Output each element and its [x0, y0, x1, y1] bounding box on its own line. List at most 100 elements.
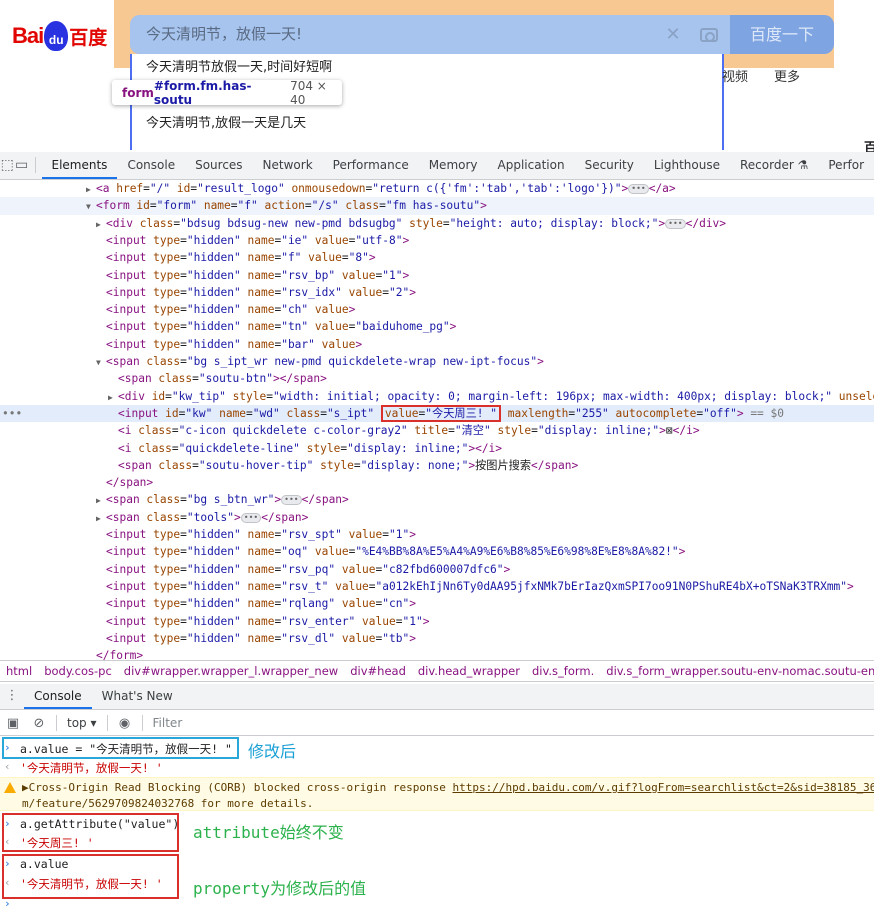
- breadcrumb-item[interactable]: div#head: [350, 664, 406, 678]
- filter-input[interactable]: Filter: [153, 716, 183, 730]
- tree-row-input[interactable]: <input type="hidden" name="rsv_spt" valu…: [0, 526, 874, 543]
- tree-row-input-kw[interactable]: ••• <input id="kw" name="wd" class="s_ipt…: [0, 404, 874, 423]
- tooltip-selector: #form.fm.has-soutu: [153, 78, 252, 107]
- console-result-line: ‹ '今天清明节，放假一天! ': [4, 876, 163, 891]
- tree-row-div-bdsug[interactable]: ▶ <div class="bdsug bdsug-new new-pmd bds…: [0, 215, 874, 232]
- nav-more[interactable]: 更多: [774, 66, 800, 85]
- tree-row-input[interactable]: <input type="hidden" name="oq" value="%E…: [0, 543, 874, 560]
- console-result-line: ‹ '今天清明节，放假一天! ': [4, 760, 163, 775]
- warning-icon: [4, 782, 16, 793]
- tab-memory[interactable]: Memory: [419, 151, 488, 179]
- tooltip-dimensions: 704 × 40: [290, 78, 327, 107]
- tab-security[interactable]: Security: [575, 151, 644, 179]
- paw-icon: du: [44, 21, 69, 51]
- nav-video[interactable]: 视频: [722, 66, 748, 85]
- collapsed-ellipsis[interactable]: •••: [665, 218, 686, 229]
- tree-row-span-wr[interactable]: ▼ <span class="bg s_ipt_wr new-pmd quickd…: [0, 353, 874, 370]
- search-input[interactable]: 今天清明节，放假一天!: [130, 15, 658, 54]
- tab-recorder-label: Recorder: [740, 158, 794, 172]
- warning-link[interactable]: https://hpd.baidu.com/v.gif?logFrom=sear…: [452, 781, 874, 794]
- tree-row-input[interactable]: <input type="hidden" name="rqlang" value…: [0, 595, 874, 612]
- eye-icon[interactable]: ◉: [112, 716, 138, 731]
- divider: [34, 157, 36, 173]
- context-selector[interactable]: top ▾: [61, 716, 103, 730]
- logo-text-bai: Bai: [12, 23, 44, 48]
- console-toolbar: ▣ ⊘ top ▾ ◉ Filter: [0, 711, 874, 736]
- tree-row-span-hover[interactable]: <span class="soutu-hover-tip" style="dis…: [0, 457, 874, 474]
- tree-row-close-form[interactable]: </form>: [0, 647, 874, 660]
- tab-network[interactable]: Network: [253, 151, 323, 179]
- tree-row-input[interactable]: <input type="hidden" name="rsv_pq" value…: [0, 561, 874, 578]
- tree-row-a[interactable]: ▶ <a href="/" id="result_logo" onmousedow…: [0, 180, 874, 197]
- elements-tree: ▶ <a href="/" id="result_logo" onmousedow…: [0, 180, 874, 660]
- breadcrumb-item[interactable]: body.cos-pc: [44, 664, 112, 678]
- suggestion-item[interactable]: 今天清明节,放假一天是几天: [132, 110, 722, 138]
- tree-row-input[interactable]: <input type="hidden" name="ch" value>: [0, 301, 874, 318]
- breadcrumb-item[interactable]: div.s_form_wrapper.soutu-env-nomac.soutu…: [606, 664, 874, 678]
- search-button[interactable]: 百度一下: [730, 15, 834, 54]
- inspect-tooltip: form #form.fm.has-soutu 704 × 40: [112, 78, 342, 107]
- tree-row-input[interactable]: <input type="hidden" name="rsv_t" value=…: [0, 578, 874, 595]
- tree-row-input[interactable]: <input type="hidden" name="rsv_idx" valu…: [0, 284, 874, 301]
- breadcrumb-item[interactable]: div.head_wrapper: [418, 664, 520, 678]
- tab-lighthouse[interactable]: Lighthouse: [644, 151, 730, 179]
- console-output: › a.value = "今天清明节，放假一天! " 修改后 ‹ '今天清明节，放假…: [0, 737, 874, 912]
- devtools-tabbar: ⬚ ▭ Elements Console Sources Network Per…: [0, 152, 874, 180]
- kebab-menu-icon[interactable]: ⋮: [0, 683, 24, 709]
- tab-application[interactable]: Application: [488, 151, 575, 179]
- value-attribute-highlight: value="今天周三! ": [380, 404, 501, 422]
- tree-row-i-quickdelete[interactable]: <i class="c-icon quickdelete c-color-gra…: [0, 422, 874, 439]
- tree-row-span-tools[interactable]: ▶ <span class="tools"> ••• </span>: [0, 509, 874, 526]
- device-toolbar-icon[interactable]: ▭: [14, 151, 28, 179]
- clear-console-icon[interactable]: ⊘: [26, 716, 52, 731]
- tree-row-i-line[interactable]: <i class="quickdelete-line" style="displ…: [0, 440, 874, 457]
- logo-text-du: du: [48, 33, 64, 47]
- screenshot: Bai du 百度 今天清明节，放假一天! ✕ 百度一下 今天清明节放假一天,时…: [0, 0, 874, 912]
- drawer-tab-console[interactable]: Console: [24, 683, 92, 709]
- tree-row-input[interactable]: <input type="hidden" name="rsv_dl" value…: [0, 630, 874, 647]
- tree-row-input[interactable]: <input type="hidden" name="rsv_enter" va…: [0, 613, 874, 630]
- prompt-icon: ›: [4, 741, 11, 754]
- divider: [106, 715, 108, 731]
- logo-text-cn: 百度: [69, 26, 108, 49]
- tree-row-div-kwtip[interactable]: ▶ <div id="kw_tip" style="width: initial;…: [0, 388, 874, 405]
- tab-elements[interactable]: Elements: [41, 151, 118, 179]
- tree-row-input[interactable]: <input type="hidden" name="tn" value="ba…: [0, 318, 874, 335]
- prompt-icon: ›: [4, 817, 11, 830]
- caret-down-icon: ▾: [90, 716, 97, 730]
- tree-row-input[interactable]: <input type="hidden" name="f" value="8">: [0, 249, 874, 266]
- search-form: 今天清明节，放假一天! ✕ 百度一下: [130, 15, 834, 54]
- camera-icon[interactable]: [688, 15, 730, 54]
- collapsed-ellipsis[interactable]: •••: [628, 184, 649, 194]
- more-icon[interactable]: •••: [2, 405, 22, 422]
- tree-row-close-span[interactable]: </span>: [0, 474, 874, 491]
- tree-row-form[interactable]: ▼ <form id="form" name="f" action="/s" cl…: [0, 197, 874, 215]
- baidu-page: Bai du 百度 今天清明节，放假一天! ✕ 百度一下 今天清明节放假一天,时…: [0, 0, 874, 156]
- console-warning: ▶Cross-Origin Read Blocking (CORB) block…: [0, 777, 874, 811]
- console-prompt[interactable]: ›: [0, 897, 874, 911]
- breadcrumb-item[interactable]: div#wrapper.wrapper_l.wrapper_new: [124, 664, 338, 678]
- tree-row-input[interactable]: <input type="hidden" name="ie" value="ut…: [0, 232, 874, 249]
- drawer-tab-whats-new[interactable]: What's New: [92, 683, 183, 709]
- breadcrumb-item[interactable]: html: [6, 664, 32, 678]
- prompt-icon: ›: [4, 857, 11, 870]
- tree-row-span-soutu[interactable]: <span class="soutu-btn"></span>: [0, 370, 874, 387]
- tree-row-span-btnwr[interactable]: ▶ <span class="bg s_btn_wr"> ••• </span>: [0, 491, 874, 508]
- tab-performance-insights[interactable]: Perfor: [818, 151, 874, 179]
- tab-recorder[interactable]: Recorder ⚗: [730, 151, 818, 179]
- tab-console[interactable]: Console: [117, 151, 185, 179]
- breadcrumb-item[interactable]: div.s_form.: [532, 664, 594, 678]
- tree-row-input[interactable]: <input type="hidden" name="bar" value>: [0, 336, 874, 353]
- sidebar-toggle-icon[interactable]: ▣: [0, 716, 26, 731]
- annotation-attribute: attribute始终不变: [193, 823, 344, 842]
- collapsed-ellipsis[interactable]: •••: [240, 512, 262, 523]
- tree-row-input[interactable]: <input type="hidden" name="rsv_bp" value…: [0, 267, 874, 284]
- divider: [56, 715, 57, 731]
- clear-icon[interactable]: ✕: [658, 15, 688, 54]
- tab-sources[interactable]: Sources: [185, 151, 252, 179]
- breadcrumb: html body.cos-pc div#wrapper.wrapper_l.w…: [0, 660, 874, 682]
- baidu-logo[interactable]: Bai du 百度: [12, 18, 107, 54]
- collapsed-ellipsis[interactable]: •••: [281, 495, 302, 506]
- inspect-element-icon[interactable]: ⬚: [0, 151, 14, 179]
- tab-performance[interactable]: Performance: [323, 151, 419, 179]
